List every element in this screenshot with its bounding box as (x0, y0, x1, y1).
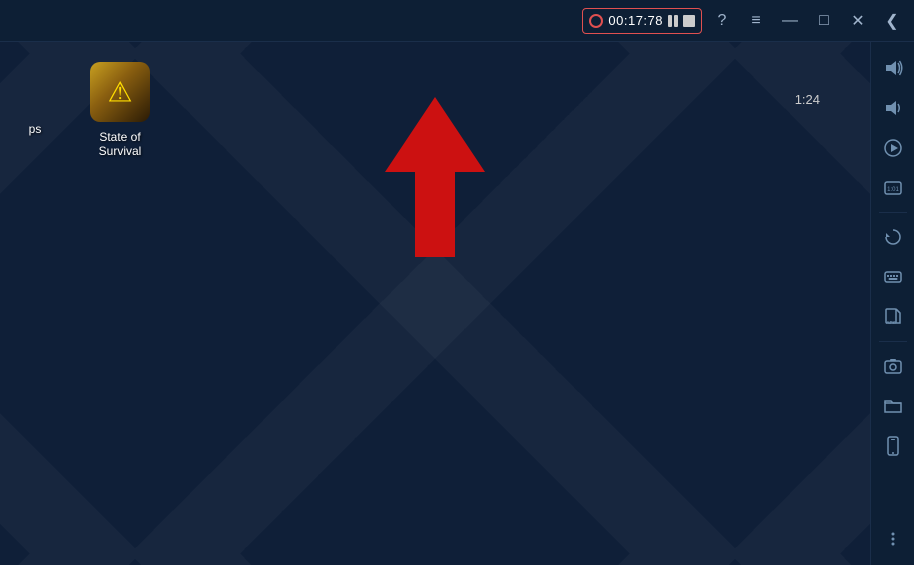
svg-text:APK: APK (886, 320, 896, 325)
play-icon[interactable] (875, 130, 911, 166)
apk-icon[interactable]: APK (875, 299, 911, 335)
minimize-button[interactable]: — (776, 7, 804, 35)
maximize-button[interactable]: □ (810, 7, 838, 35)
screenshot-icon[interactable] (875, 348, 911, 384)
app-icon-state-of-survival[interactable]: State of Survival (80, 62, 160, 158)
rotate-icon[interactable] (875, 219, 911, 255)
svg-text:1:01: 1:01 (887, 187, 899, 193)
desktop[interactable]: 1:24 ps State of Survival (0, 42, 870, 565)
folder-icon[interactable] (875, 388, 911, 424)
screen-record-icon[interactable]: 1:01 (875, 170, 911, 206)
pause-button[interactable] (668, 15, 678, 27)
sidebar-divider-1 (879, 212, 907, 213)
keyboard-icon[interactable] (875, 259, 911, 295)
rec-indicator-icon (589, 14, 603, 28)
recorder-widget[interactable]: 00:17:78 (582, 8, 702, 34)
app-icon-image (90, 62, 150, 122)
stop-button[interactable] (683, 15, 695, 27)
more-options-icon[interactable] (875, 521, 911, 557)
title-bar: 00:17:78 ? ≡ — □ ✕ ❮ (0, 0, 914, 42)
rec-time-display: 00:17:78 (608, 13, 663, 28)
app-icon-label: State of Survival (80, 130, 160, 158)
help-button[interactable]: ? (708, 7, 736, 35)
back-button[interactable]: ❮ (878, 7, 906, 35)
right-sidebar: 1:01 APK (870, 42, 914, 565)
arrow-up-icon (375, 97, 495, 257)
menu-button[interactable]: ≡ (742, 7, 770, 35)
volume-down-icon[interactable] (875, 90, 911, 126)
close-button[interactable]: ✕ (844, 7, 872, 35)
volume-up-icon[interactable] (875, 50, 911, 86)
sidebar-divider-2 (879, 341, 907, 342)
phone-icon[interactable] (875, 428, 911, 464)
apps-partial-label: ps (29, 122, 42, 136)
main-area: 1:24 ps State of Survival (0, 42, 914, 565)
